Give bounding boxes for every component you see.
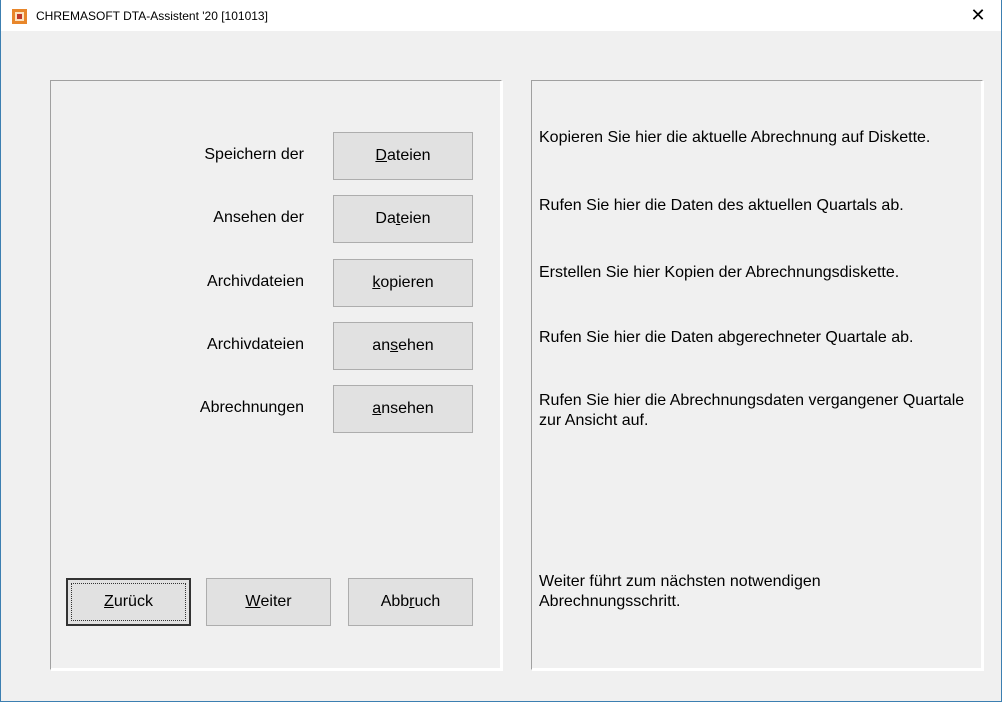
button-text: ateien: [386, 147, 431, 164]
view-billing-button[interactable]: a nsehen: [333, 385, 473, 433]
button-text: Abb: [380, 593, 410, 610]
description-archive-view: Rufen Sie hier die Daten abgerechneter Q…: [539, 329, 914, 346]
description-archive-copy: Erstellen Sie hier Kopien der Abrechnung…: [539, 264, 900, 281]
button-text: ehen: [398, 337, 434, 354]
cancel-button[interactable]: Abb r uch: [348, 578, 473, 626]
button-text: eiter: [260, 593, 292, 610]
next-button[interactable]: Weiter: [206, 578, 331, 626]
view-files-button[interactable]: Da t eien: [333, 195, 473, 243]
button-mnemonic: k: [372, 274, 381, 291]
title-bar[interactable]: CHREMASOFT DTA-Assistent '20 [101013] ✕: [1, 0, 1001, 31]
row-label-view-files: Ansehen der: [213, 209, 304, 226]
row-label-save-files: Speichern der: [204, 146, 304, 163]
back-button[interactable]: Zurück: [66, 578, 191, 626]
button-text: Da: [375, 210, 396, 227]
button-mnemonic: a: [372, 400, 382, 417]
dta-assistant-window: CHREMASOFT DTA-Assistent '20 [101013] ✕ …: [0, 0, 1002, 702]
button-mnemonic: Z: [104, 593, 114, 610]
description-view-files: Rufen Sie hier die Daten des aktuellen Q…: [539, 197, 904, 214]
button-text: opieren: [380, 274, 434, 291]
view-archive-button[interactable]: an s ehen: [333, 322, 473, 370]
row-label-archive-copy: Archivdateien: [207, 273, 304, 290]
close-icon: ✕: [970, 5, 986, 25]
chremasoft-app-icon: [12, 9, 27, 24]
save-files-button[interactable]: Dateien: [333, 132, 473, 180]
row-label-archive-view: Archivdateien: [207, 336, 304, 353]
row-label-billing-view: Abrechnungen: [199, 399, 304, 416]
next-step-hint: Weiter führt zum nächsten notwendigen Ab…: [539, 573, 821, 610]
button-mnemonic: W: [245, 593, 261, 610]
button-mnemonic: D: [375, 147, 387, 164]
close-button[interactable]: ✕: [955, 0, 1001, 31]
button-text: nsehen: [381, 400, 434, 417]
button-text: uch: [414, 593, 441, 610]
description-save-files: Kopieren Sie hier die aktuelle Abrechnun…: [539, 129, 931, 146]
copy-archive-button[interactable]: k opieren: [333, 259, 473, 307]
button-text: urück: [113, 593, 153, 610]
button-text: eien: [400, 210, 431, 227]
button-mnemonic: s: [390, 337, 399, 354]
button-text: an: [372, 337, 391, 354]
description-billing-view: Rufen Sie hier die Abrechnungsdaten verg…: [539, 392, 965, 429]
window-title: CHREMASOFT DTA-Assistent '20 [101013]: [36, 9, 268, 23]
